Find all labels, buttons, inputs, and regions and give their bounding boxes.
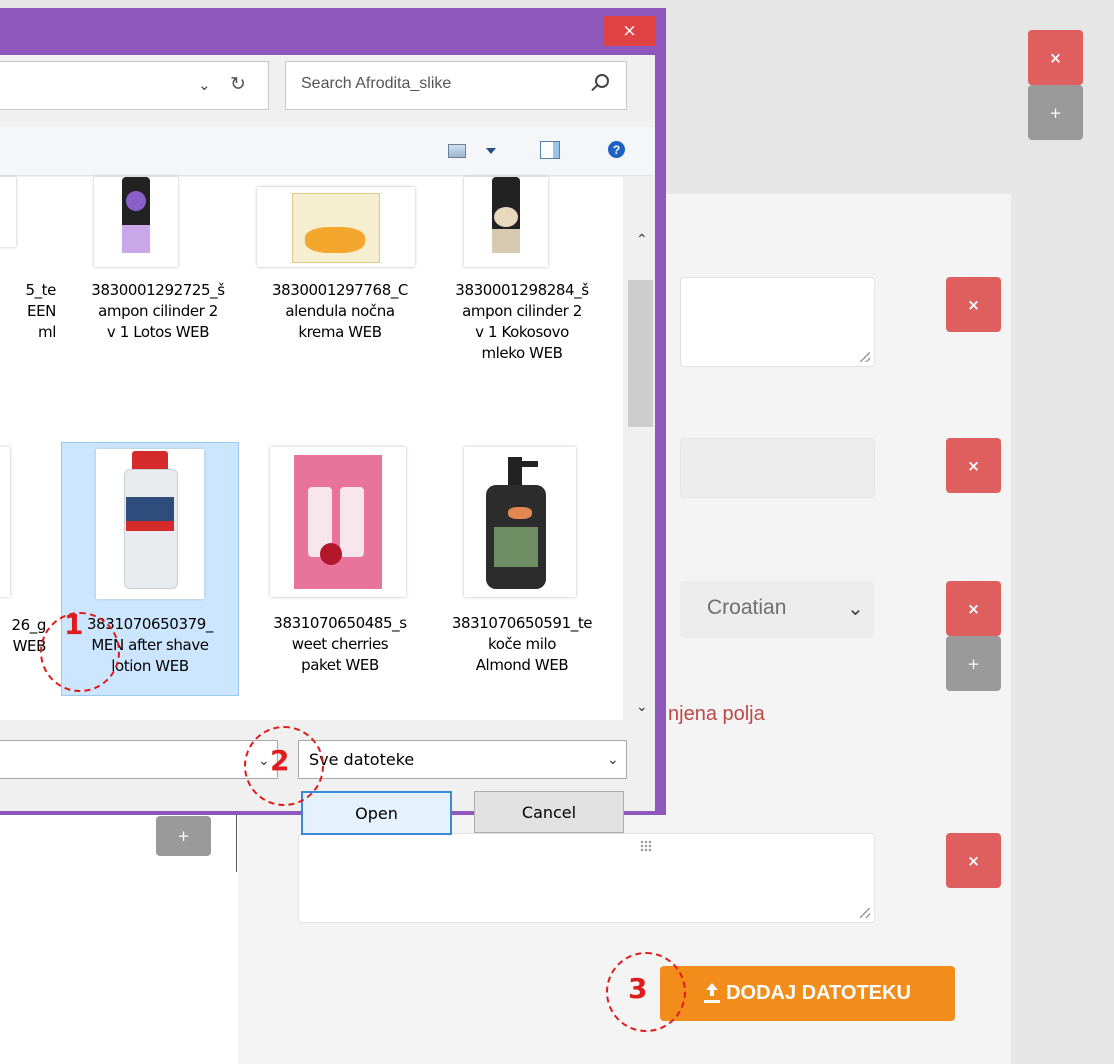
file-item[interactable]: 3831070650485_s weet cherries paket WEB <box>252 447 428 699</box>
upload-button-label: DODAJ DATOTEKU <box>726 982 911 1004</box>
file-item[interactable]: 26_g WEB <box>0 447 46 655</box>
file-type-value: Sve datoteke <box>309 750 415 769</box>
chevron-down-icon[interactable]: ⌄ <box>198 76 211 94</box>
file-label: 5_te EEN ml <box>25 281 56 341</box>
file-item[interactable]: 5_te EEN ml <box>0 177 56 377</box>
search-input[interactable]: Search Afrodita_slike <box>285 61 627 110</box>
change-view-icon[interactable] <box>448 144 466 158</box>
text-area-2[interactable] <box>298 833 875 923</box>
chevron-down-icon: ⌄ <box>607 751 619 767</box>
file-item[interactable]: 3830001292725_š ampon cilinder 2 v 1 Lot… <box>70 177 246 387</box>
file-label: 3830001297768_C alendula nočna krema WEB <box>271 281 409 341</box>
scroll-up-icon[interactable]: ⌃ <box>636 231 648 248</box>
file-thumbnail <box>464 177 548 267</box>
annotation-number: 3 <box>628 972 648 1005</box>
file-thumbnail <box>270 447 406 597</box>
file-thumbnail <box>94 177 178 267</box>
file-label: 3831070650485_s weet cherries paket WEB <box>273 614 407 674</box>
language-select[interactable]: Croatian ⌄ <box>680 581 874 638</box>
file-open-dialog: × ⌄ ↻ Search Afrodita_slike ? 5_te EEN m… <box>0 8 666 852</box>
remove-button[interactable]: × <box>946 277 1001 332</box>
refresh-icon[interactable]: ↻ <box>230 73 246 96</box>
file-thumbnail <box>0 177 16 247</box>
search-placeholder: Search Afrodita_slike <box>301 75 452 92</box>
file-label: 3830001298284_š ampon cilinder 2 v 1 Kok… <box>455 281 589 362</box>
close-button[interactable]: × <box>603 16 656 46</box>
annotation-number: 1 <box>64 608 84 641</box>
required-fields-text: njena polja <box>668 703 765 725</box>
chevron-down-icon: ⌄ <box>847 598 864 620</box>
add-button[interactable]: + <box>946 636 1001 691</box>
resize-grip-icon[interactable] <box>640 840 652 852</box>
file-thumbnail <box>464 447 576 597</box>
divider <box>236 810 237 872</box>
remove-button[interactable]: × <box>946 581 1001 636</box>
file-item[interactable]: 3831070650591_te koče milo Almond WEB <box>434 447 610 699</box>
upload-icon <box>704 982 721 1003</box>
cancel-button[interactable]: Cancel <box>474 791 624 833</box>
text-input-disabled[interactable] <box>680 438 875 498</box>
file-name-input[interactable] <box>0 740 278 779</box>
file-thumbnail <box>257 187 415 267</box>
search-icon[interactable] <box>595 74 609 88</box>
add-button[interactable]: + <box>156 816 211 856</box>
file-type-select[interactable]: Sve datoteke ⌄ <box>298 740 627 779</box>
preview-pane-icon[interactable] <box>540 141 560 159</box>
remove-button[interactable]: × <box>1028 30 1083 85</box>
file-item[interactable]: 3830001297768_C alendula nočna krema WEB <box>252 177 428 387</box>
scrollbar-thumb[interactable] <box>628 280 653 427</box>
file-thumbnail <box>96 449 204 599</box>
file-item[interactable]: 3830001298284_š ampon cilinder 2 v 1 Kok… <box>434 177 610 387</box>
text-area-1[interactable] <box>680 277 875 367</box>
remove-button[interactable]: × <box>946 438 1001 493</box>
address-bar[interactable]: ⌄ ↻ <box>0 61 269 110</box>
file-label: 3830001292725_š ampon cilinder 2 v 1 Lot… <box>91 281 225 341</box>
remove-button[interactable]: × <box>946 833 1001 888</box>
annotation-number: 2 <box>270 744 290 777</box>
view-options-chevron-icon[interactable] <box>486 148 496 154</box>
add-button[interactable]: + <box>1028 85 1083 140</box>
open-button[interactable]: Open <box>301 791 452 835</box>
scroll-down-icon[interactable]: ⌄ <box>636 698 648 715</box>
dialog-body: ⌄ ↻ Search Afrodita_slike ? 5_te EEN ml <box>0 55 655 852</box>
file-label: 3831070650591_te koče milo Almond WEB <box>451 614 593 674</box>
upload-file-button[interactable]: DODAJ DATOTEKU <box>660 966 955 1021</box>
resize-handle-icon[interactable] <box>860 352 870 362</box>
help-icon[interactable]: ? <box>608 141 625 158</box>
resize-handle-icon[interactable] <box>860 908 870 918</box>
file-thumbnail <box>0 447 10 597</box>
language-select-value: Croatian <box>707 596 787 619</box>
